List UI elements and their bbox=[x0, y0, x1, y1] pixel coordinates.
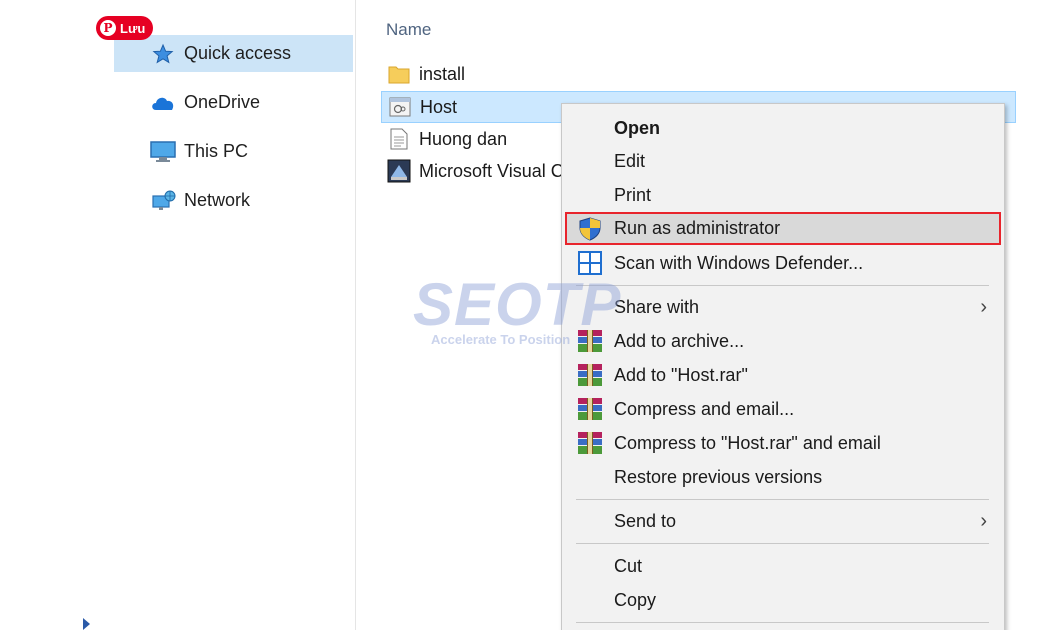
menu-separator bbox=[576, 622, 989, 623]
menu-separator bbox=[576, 543, 989, 544]
menu-item-add-to-host-rar[interactable]: Add to "Host.rar" bbox=[565, 359, 1001, 391]
nav-item-label: OneDrive bbox=[184, 92, 261, 112]
menu-item-label: Open bbox=[614, 117, 661, 138]
pinterest-save-label: Lưu bbox=[120, 20, 146, 36]
menu-item-edit[interactable]: Edit bbox=[565, 145, 1001, 177]
menu-item-copy[interactable]: Copy bbox=[565, 584, 1001, 616]
menu-item-compress-to-host-rar-and-email[interactable]: Compress to "Host.rar" and email bbox=[565, 427, 1001, 459]
nav-item-this-pc[interactable]: This PC bbox=[114, 133, 353, 170]
menu-separator bbox=[576, 285, 989, 286]
menu-item-label: Add to archive... bbox=[614, 330, 745, 351]
menu-item-label: Print bbox=[614, 184, 652, 205]
scroll-arrow-icon[interactable] bbox=[83, 618, 90, 630]
nav-item-network[interactable]: Network bbox=[114, 182, 353, 219]
chevron-right-icon: › bbox=[980, 509, 987, 532]
nav-item-quick-access[interactable]: Quick access bbox=[114, 35, 353, 72]
menu-item-scan-defender[interactable]: Scan with Windows Defender... bbox=[565, 247, 1001, 279]
menu-item-add-to-archive[interactable]: Add to archive... bbox=[565, 325, 1001, 357]
watermark-tagline: Accelerate To Position bbox=[431, 332, 571, 347]
chevron-right-icon: › bbox=[980, 295, 987, 318]
navigation-pane: Quick access OneDrive This PC Network bbox=[0, 0, 356, 630]
uac-shield-icon bbox=[577, 216, 603, 242]
menu-item-compress-and-email[interactable]: Compress and email... bbox=[565, 393, 1001, 425]
menu-item-label: Compress and email... bbox=[614, 398, 795, 419]
file-row[interactable]: Microsoft Visual C bbox=[381, 155, 561, 187]
application-icon bbox=[388, 95, 412, 119]
menu-item-label: Cut bbox=[614, 555, 643, 576]
winrar-icon bbox=[577, 396, 603, 422]
menu-item-label: Edit bbox=[614, 150, 646, 171]
nav-item-label: Quick access bbox=[184, 43, 292, 63]
pinterest-icon: P bbox=[100, 20, 116, 36]
file-name: Huong dan bbox=[419, 128, 508, 149]
menu-item-label: Scan with Windows Defender... bbox=[614, 252, 864, 273]
menu-item-print[interactable]: Print bbox=[565, 179, 1001, 211]
defender-icon bbox=[577, 250, 603, 276]
menu-item-label: Add to "Host.rar" bbox=[614, 364, 748, 385]
menu-item-label: Restore previous versions bbox=[614, 466, 823, 487]
installer-icon bbox=[387, 159, 411, 183]
pinterest-save-button[interactable]: P Lưu bbox=[96, 16, 154, 40]
network-icon bbox=[150, 190, 176, 212]
menu-item-share-with[interactable]: Share with › bbox=[565, 291, 1001, 323]
context-menu: Open Edit Print Run as administrator Sca… bbox=[561, 103, 1005, 630]
menu-item-open[interactable]: Open bbox=[565, 112, 1001, 144]
menu-item-label: Copy bbox=[614, 589, 657, 610]
file-name: Microsoft Visual C bbox=[419, 160, 561, 181]
menu-item-label: Send to bbox=[614, 510, 677, 531]
file-name: Host bbox=[420, 96, 458, 117]
menu-item-run-as-administrator[interactable]: Run as administrator bbox=[565, 212, 1001, 245]
file-row[interactable]: install bbox=[381, 58, 561, 90]
column-header-name[interactable]: Name bbox=[386, 20, 431, 40]
menu-item-label: Compress to "Host.rar" and email bbox=[614, 432, 881, 453]
file-row[interactable]: Huong dan bbox=[381, 123, 561, 155]
winrar-icon bbox=[577, 430, 603, 456]
menu-item-label: Share with bbox=[614, 296, 700, 317]
menu-item-cut[interactable]: Cut bbox=[565, 550, 1001, 582]
menu-item-label: Run as administrator bbox=[614, 218, 781, 238]
winrar-icon bbox=[577, 362, 603, 388]
nav-item-label: Network bbox=[184, 190, 251, 210]
monitor-icon bbox=[150, 140, 176, 163]
menu-item-restore-previous-versions[interactable]: Restore previous versions bbox=[565, 461, 1001, 493]
menu-separator bbox=[576, 499, 989, 500]
winrar-icon bbox=[577, 328, 603, 354]
cloud-icon bbox=[150, 92, 176, 114]
star-icon bbox=[150, 43, 176, 65]
nav-item-onedrive[interactable]: OneDrive bbox=[114, 84, 353, 121]
text-document-icon bbox=[387, 127, 411, 151]
file-name: install bbox=[419, 63, 466, 84]
menu-item-send-to[interactable]: Send to › bbox=[565, 505, 1001, 537]
nav-item-label: This PC bbox=[184, 141, 249, 161]
folder-icon bbox=[387, 62, 411, 86]
